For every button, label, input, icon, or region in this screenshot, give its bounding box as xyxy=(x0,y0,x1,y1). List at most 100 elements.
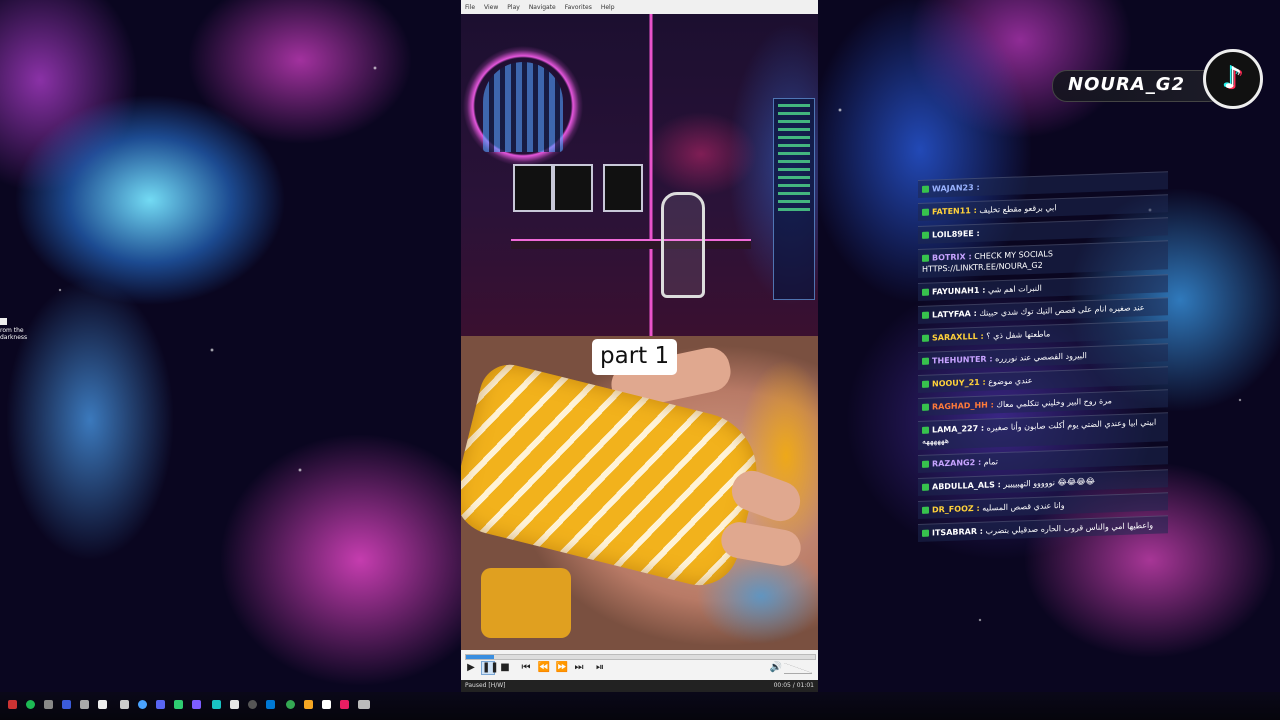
app-icon[interactable] xyxy=(120,700,129,709)
chat-username: RAZANG2 : xyxy=(932,457,982,469)
app-icon[interactable] xyxy=(322,700,331,709)
chat-message: NOOUY_21 : عندي موضوع xyxy=(918,366,1168,393)
chat-username: WAJAN23 : xyxy=(932,182,980,194)
rewind-icon[interactable]: ⏪ xyxy=(537,661,551,675)
neon-city-window xyxy=(483,62,563,152)
chat-text: عند صغيره انام على قصص التيك توك شدي حبي… xyxy=(979,303,1145,318)
start-icon[interactable] xyxy=(8,700,17,709)
app-icon[interactable] xyxy=(340,700,349,709)
desk xyxy=(511,239,751,249)
chat-message: ABDULLA_ALS : نووووو التهبيييير 😂😂😂😂 xyxy=(918,469,1168,496)
playback-controls: ▶ ❚❚ ■ ⏮ ⏪ ⏩ ⏭ ⏯ 🔊 xyxy=(461,650,818,680)
chat-message: RAZANG2 : تمام xyxy=(918,446,1168,473)
chat-text: تمام xyxy=(983,457,998,467)
chat-username: DR_FOOZ : xyxy=(932,503,980,515)
app-icon[interactable] xyxy=(212,700,221,709)
chat-badge-icon xyxy=(922,403,929,411)
chat-username: ITSABRAR : xyxy=(932,526,983,538)
app-icon[interactable] xyxy=(80,700,89,709)
chat-badge-icon xyxy=(922,288,929,296)
chat-username: RAGHAD_HH : xyxy=(932,400,994,412)
chat-username: LATYFAA : xyxy=(932,308,977,320)
wall-panel xyxy=(773,98,815,300)
chat-badge-icon xyxy=(922,483,929,491)
chat-username: NOOUY_21 : xyxy=(932,377,986,389)
pause-icon[interactable]: ❚❚ xyxy=(481,661,499,675)
media-player-task-icon[interactable] xyxy=(358,700,370,709)
chat-message: LATYFAA : عند صغيره انام على قصص التيك ت… xyxy=(918,297,1168,324)
chrome-icon[interactable] xyxy=(286,700,295,709)
chat-badge-icon xyxy=(922,185,929,193)
speaker-icon[interactable]: 🔊 xyxy=(769,661,783,675)
menu-favorites[interactable]: Favorites xyxy=(565,4,592,11)
chat-message: LAMA_227 : ابيتي ابيا وعندي الضتي يوم أك… xyxy=(918,412,1168,450)
app-icon[interactable] xyxy=(248,700,257,709)
discord-icon[interactable] xyxy=(156,700,165,709)
chat-username: LOIL89EE : xyxy=(932,228,980,240)
app-icon[interactable] xyxy=(98,700,107,709)
chat-badge-icon xyxy=(922,426,929,434)
chat-text: النبرات اهم شي xyxy=(987,283,1042,295)
menu-view[interactable]: View xyxy=(484,4,498,11)
chat-text: وانا عندي قصص المسليه xyxy=(982,500,1065,513)
menu-help[interactable]: Help xyxy=(601,4,615,11)
play-icon[interactable]: ▶ xyxy=(464,661,478,675)
fast-forward-icon[interactable]: ⏩ xyxy=(555,661,569,675)
menu-bar: File View Play Navigate Favorites Help xyxy=(461,0,818,14)
spotify-icon[interactable] xyxy=(26,700,35,709)
chat-text: ماطعتها شفل ذي ؟ xyxy=(986,329,1051,341)
chat-username: FAYUNAH1 : xyxy=(932,285,986,297)
chat-text: عندي موضوع xyxy=(988,375,1033,387)
menu-file[interactable]: File xyxy=(465,4,475,11)
monitor xyxy=(603,164,643,212)
status-bar: Paused [H/W] 00:05 / 01:01 xyxy=(461,680,818,692)
menu-play[interactable]: Play xyxy=(507,4,520,11)
chat-username: ABDULLA_ALS : xyxy=(932,480,1001,492)
seek-bar-fill xyxy=(466,655,494,659)
app-icon[interactable] xyxy=(62,700,71,709)
chat-text: ابي برقعو مقطع تخليف xyxy=(979,203,1057,215)
shortcut-label: rom the darkness xyxy=(0,327,28,341)
chat-username: FATEN11 : xyxy=(932,205,977,217)
app-icon[interactable] xyxy=(266,700,275,709)
chat-username: SARAXLLL : xyxy=(932,331,984,343)
stop-icon[interactable]: ■ xyxy=(498,661,512,675)
chat-message: SARAXLLL : ماطعتها شفل ذي ؟ xyxy=(918,320,1168,347)
browser-icon[interactable] xyxy=(138,700,147,709)
volume-slider[interactable] xyxy=(784,663,812,674)
video-frame[interactable]: part 1 xyxy=(461,14,818,650)
chat-message: DR_FOOZ : وانا عندي قصص المسليه xyxy=(918,492,1168,519)
chat-message: RAGHAD_HH : مرة روح البير وخليني تتكلمي … xyxy=(918,389,1168,416)
tiktok-logo-icon: ♪ xyxy=(1203,49,1263,109)
frame-step-icon[interactable]: ⏯ xyxy=(593,661,607,675)
cake-piece xyxy=(481,568,571,638)
chat-badge-icon xyxy=(922,231,929,239)
gaming-room-clip xyxy=(461,14,818,336)
app-icon[interactable] xyxy=(230,700,239,709)
playback-status: Paused [H/W] xyxy=(465,682,506,689)
previous-icon[interactable]: ⏮ xyxy=(519,661,533,675)
desktop-shortcut[interactable]: rom the darkness xyxy=(0,318,28,341)
seek-bar[interactable] xyxy=(465,654,816,660)
chat-badge-icon xyxy=(922,529,929,537)
monitor xyxy=(513,164,553,212)
app-icon[interactable] xyxy=(192,700,201,709)
live-chat-overlay: WAJAN23 : FATEN11 : ابي برقعو مقطع تخليف… xyxy=(918,171,1168,547)
menu-navigate[interactable]: Navigate xyxy=(529,4,556,11)
app-icon[interactable] xyxy=(174,700,183,709)
gaming-chair xyxy=(661,192,705,298)
chat-username: BOTRIX : xyxy=(932,252,972,263)
shortcut-icon xyxy=(0,318,7,325)
chat-badge-icon xyxy=(922,311,929,319)
chat-message: BOTRIX : CHECK MY SOCIALS HTTPS://LINKTR… xyxy=(918,240,1168,278)
app-icon[interactable] xyxy=(44,700,53,709)
chat-message: WAJAN23 : xyxy=(918,171,1168,198)
app-icon[interactable] xyxy=(304,700,313,709)
chat-badge-icon xyxy=(922,380,929,388)
chat-message: LOIL89EE : xyxy=(918,217,1168,244)
chat-message: ITSABRAR : واعطيها امي والناس قروب الحار… xyxy=(918,515,1168,542)
chat-message: THEHUNTER : البيرود القصصي عند نوررره xyxy=(918,343,1168,370)
next-icon[interactable]: ⏭ xyxy=(572,661,586,675)
chat-badge-icon xyxy=(922,208,929,216)
cake-clip xyxy=(461,336,818,650)
